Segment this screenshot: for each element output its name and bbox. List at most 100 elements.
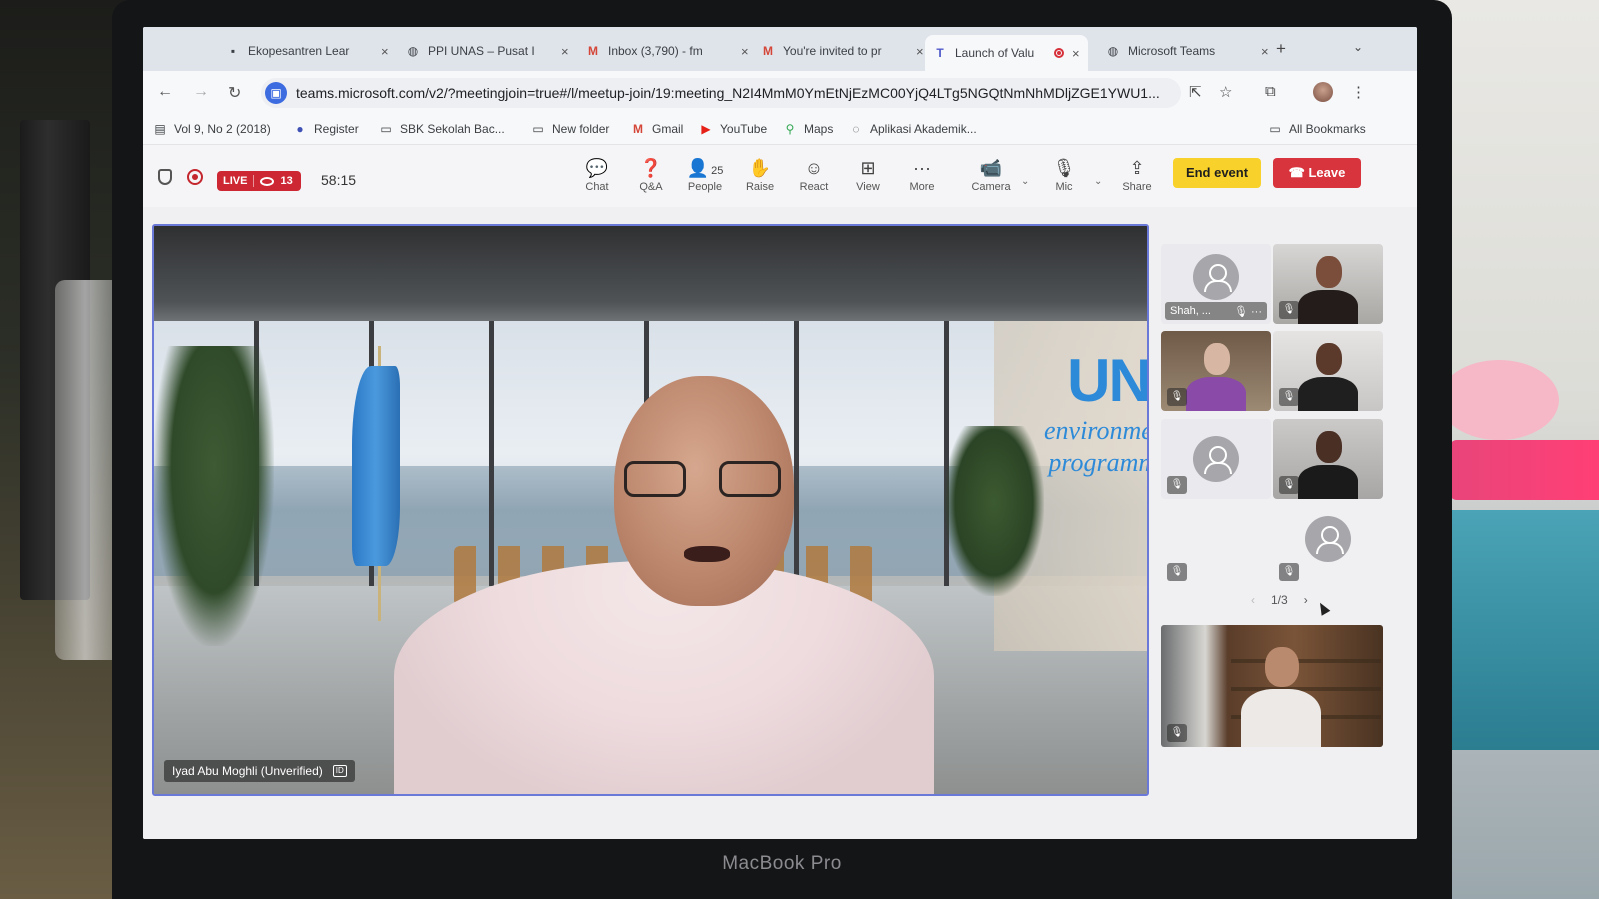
mic-button[interactable]: 🎙 Mic xyxy=(1038,157,1090,193)
avatar-icon xyxy=(1305,516,1351,562)
folder-icon: ▭ xyxy=(1269,122,1281,136)
maps-icon: ⚲ xyxy=(785,122,795,136)
close-icon[interactable]: × xyxy=(381,44,389,59)
bookmark-item[interactable]: ▭ New folder xyxy=(531,122,609,136)
record-icon[interactable] xyxy=(187,169,203,185)
address-bar[interactable]: ▣ teams.microsoft.com/v2/?meetingjoin=tr… xyxy=(261,78,1181,108)
virtual-background-ceiling xyxy=(154,226,1147,321)
folder-icon: ▭ xyxy=(532,122,544,136)
gallery-pager: ‹ 1/3 › xyxy=(1243,593,1316,607)
mic-off-icon: 🎙 xyxy=(1167,476,1187,494)
view-button[interactable]: ⊞ View xyxy=(842,157,894,193)
chevron-down-icon[interactable]: ⌄ xyxy=(1021,176,1029,187)
back-icon[interactable]: ← xyxy=(157,83,173,101)
participant-video-tile[interactable]: 🎙 xyxy=(1273,419,1383,499)
bookmark-item[interactable]: ▭ SBK Sekolah Bac... xyxy=(379,122,505,136)
new-tab-button[interactable]: + xyxy=(1276,39,1286,59)
participant-video-tile[interactable]: 🎙 xyxy=(1161,331,1271,411)
pink-marker xyxy=(1449,440,1599,500)
extensions-icon[interactable]: ⧉ xyxy=(1265,83,1276,100)
close-icon[interactable]: × xyxy=(1261,44,1269,59)
browser-tab[interactable]: ◍ Microsoft Teams × xyxy=(1098,35,1277,67)
main-speaker-video[interactable]: UN environment programme Iyad Abu Moghli… xyxy=(152,224,1149,796)
camera-button[interactable]: 📹 Camera xyxy=(965,157,1017,193)
chevron-right-icon[interactable]: › xyxy=(1304,593,1308,607)
bookmark-item[interactable]: ▤ Vol 9, No 2 (2018) xyxy=(153,122,270,136)
self-view-video[interactable]: 🎙 xyxy=(1161,625,1383,747)
tab-title: PPI UNAS – Pusat I xyxy=(428,44,535,58)
open-in-app-icon[interactable]: ⇱ xyxy=(1189,83,1202,101)
participant xyxy=(1298,256,1358,324)
participant-video-tile[interactable]: 🎙 xyxy=(1273,244,1383,324)
gmail-icon: M xyxy=(588,44,598,58)
chevron-left-icon[interactable]: ‹ xyxy=(1251,593,1255,607)
tab-title: Ekopesantren Lear xyxy=(248,44,350,58)
people-count: 25 xyxy=(711,165,724,177)
browser-tab[interactable]: M You're invited to pr × xyxy=(753,35,932,67)
site-info-icon[interactable]: ▣ xyxy=(265,82,287,104)
url-text[interactable]: teams.microsoft.com/v2/?meetingjoin=true… xyxy=(296,85,1176,101)
browser-tab-active[interactable]: T Launch of Valu × xyxy=(925,35,1088,71)
browser-tab[interactable]: M Inbox (3,790) - fm × xyxy=(578,35,757,67)
meeting-timer: 58:15 xyxy=(321,172,357,188)
bookmark-label: Aplikasi Akademik... xyxy=(870,122,977,136)
teams-icon: T xyxy=(936,46,944,60)
close-icon[interactable]: × xyxy=(1072,46,1080,61)
eye-icon xyxy=(260,176,275,186)
close-icon[interactable]: × xyxy=(916,44,924,59)
close-icon[interactable]: × xyxy=(741,44,749,59)
chevron-down-icon[interactable]: ⌄ xyxy=(1094,176,1102,187)
close-icon[interactable]: × xyxy=(561,44,569,59)
teams-meeting-toolbar: LIVE 13 58:15 💬 Chat ❓ Q&A 👤 25 People ✋ … xyxy=(143,145,1417,207)
share-button[interactable]: ⇪ Share xyxy=(1111,157,1163,193)
doc-icon: ▤ xyxy=(154,122,166,136)
tab-title: Microsoft Teams xyxy=(1128,44,1216,58)
participant xyxy=(1186,343,1246,411)
avatar-icon xyxy=(1193,436,1239,482)
more-button[interactable]: ··· More xyxy=(896,157,948,193)
browser-tab-strip: ▪ Ekopesantren Lear × ◍ PPI UNAS – Pusat… xyxy=(143,27,1417,71)
meeting-stage: UN environment programme Iyad Abu Moghli… xyxy=(143,207,1417,839)
forward-icon[interactable]: → xyxy=(193,83,209,101)
bookmark-star-icon[interactable]: ☆ xyxy=(1219,83,1232,101)
bookmark-item[interactable]: M Gmail xyxy=(631,122,683,136)
browser-tab[interactable]: ◍ PPI UNAS – Pusat I × xyxy=(398,35,577,67)
mic-off-icon: 🎙 xyxy=(1279,563,1299,581)
all-bookmarks[interactable]: ▭ All Bookmarks xyxy=(1268,122,1365,136)
profile-avatar[interactable] xyxy=(1313,82,1333,102)
participant-video-tile[interactable]: 🎙 xyxy=(1273,331,1383,411)
people-icon: 👤 25 xyxy=(686,158,724,178)
raise-hand-button[interactable]: ✋ Raise xyxy=(734,157,786,193)
live-badge: LIVE 13 xyxy=(217,171,301,191)
bookmark-item[interactable]: ⚲ Maps xyxy=(783,122,834,136)
more-icon[interactable]: 🎙 ··· xyxy=(1234,305,1262,318)
bookmark-label: SBK Sekolah Bac... xyxy=(400,122,505,136)
participant-tile[interactable]: 🎙 xyxy=(1273,506,1383,586)
bookmark-item[interactable]: ● Register xyxy=(293,122,358,136)
unverified-icon: ID xyxy=(332,765,347,777)
react-button[interactable]: ☺ React xyxy=(788,157,840,193)
people-button[interactable]: 👤 25 People xyxy=(679,157,731,193)
bookmark-label: New folder xyxy=(552,122,610,136)
browser-menu-icon[interactable]: ⋮ xyxy=(1351,83,1366,101)
gmail-icon: M xyxy=(763,44,773,58)
qa-button[interactable]: ❓ Q&A xyxy=(625,157,677,193)
favicon-icon: ▪ xyxy=(230,44,236,58)
unep-logo-line: programme xyxy=(1048,448,1147,477)
browser-tab[interactable]: ▪ Ekopesantren Lear × xyxy=(218,35,397,67)
viewer-count: 13 xyxy=(280,175,293,187)
participant xyxy=(1298,431,1358,499)
leave-button[interactable]: ☎ Leave xyxy=(1273,158,1361,188)
chat-button[interactable]: 💬 Chat xyxy=(571,157,623,193)
tab-search-button[interactable]: ⌄ xyxy=(1353,40,1363,54)
bookmark-item[interactable]: ▶ YouTube xyxy=(699,122,767,136)
reload-icon[interactable]: ↻ xyxy=(228,83,241,103)
participant-tile[interactable]: 🎙 xyxy=(1161,506,1271,586)
bookmark-item[interactable]: ◌ Aplikasi Akademik... xyxy=(849,122,977,136)
share-icon: ⇪ xyxy=(1129,158,1145,178)
end-event-button[interactable]: End event xyxy=(1173,158,1261,188)
participant-tile[interactable]: 🎙 xyxy=(1161,419,1271,499)
unep-logo-un: UN xyxy=(1067,347,1149,414)
participant-tile[interactable]: Shah, ... 🎙 ··· xyxy=(1161,244,1271,324)
shield-icon[interactable] xyxy=(158,169,172,185)
